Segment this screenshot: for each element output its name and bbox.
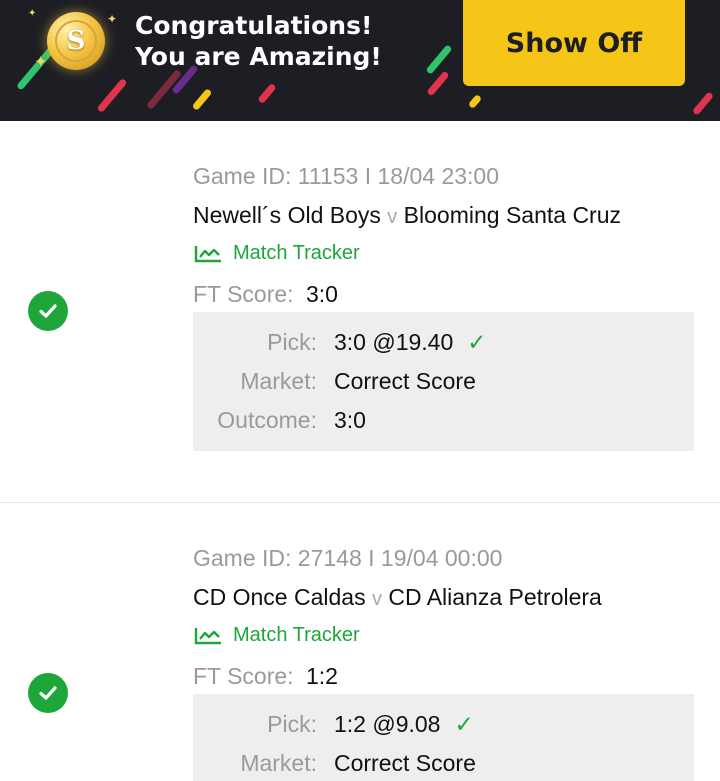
away-team: Blooming Santa Cruz [403, 202, 622, 228]
won-check-icon [28, 673, 68, 713]
versus-label: v [387, 206, 398, 228]
ft-score-value: 1:2 [305, 663, 338, 689]
sparkle-icon: ✦ [107, 12, 118, 26]
confetti-streak [191, 88, 213, 111]
market-label: Market: [240, 368, 317, 394]
coin-icon: S [47, 12, 105, 70]
match-teams: Newell´s Old Boys v Blooming Santa Cruz [193, 202, 621, 229]
versus-label: v [371, 588, 382, 610]
ft-score-label: FT Score: [193, 663, 294, 689]
pick-details: Pick: 1:2 @9.08 ✓ Market: Correct Score [193, 694, 694, 781]
checkmark-icon: ✓ [454, 711, 474, 737]
confetti-streak [691, 91, 715, 116]
game-meta: Game ID: 11153 I 18/04 23:00 [193, 163, 500, 189]
pick-value-wrap: 1:2 @9.08 ✓ [334, 711, 474, 738]
confetti-streak [467, 93, 483, 110]
bet-card: Game ID: 27148 I 19/04 00:00 CD Once Cal… [0, 502, 720, 781]
show-off-button[interactable]: Show Off [463, 0, 685, 86]
home-team: CD Once Caldas [193, 584, 366, 610]
sparkle-icon: ✦ [34, 52, 48, 71]
ft-score-value: 3:0 [305, 281, 338, 307]
match-tracker-link[interactable]: Match Tracker [193, 242, 360, 265]
chart-line-icon [194, 245, 221, 262]
chart-line-icon [194, 627, 221, 644]
away-team: CD Alianza Petrolera [388, 584, 602, 610]
match-tracker-link[interactable]: Match Tracker [193, 624, 360, 647]
outcome-label: Outcome: [217, 407, 317, 433]
pick-value: 3:0 @19.40 [334, 329, 454, 355]
market-value: Correct Score [334, 750, 476, 776]
match-tracker-label: Match Tracker [233, 242, 360, 264]
match-tracker-label: Match Tracker [233, 624, 360, 646]
confetti-streak [426, 70, 450, 97]
pick-label: Pick: [267, 711, 317, 737]
congratulations-banner: ✦ ✦ ✦ S Congratulations! You are Amazing… [0, 0, 720, 121]
outcome-value: 3:0 [334, 407, 366, 433]
home-team: Newell´s Old Boys [193, 202, 381, 228]
ft-score-row: FT Score: 3:0 [193, 281, 338, 308]
bet-card: Game ID: 11153 I 18/04 23:00 Newell´s Ol… [0, 121, 720, 502]
pick-value-wrap: 3:0 @19.40 ✓ [334, 329, 487, 356]
won-check-icon [28, 291, 68, 331]
congratulations-text: Congratulations! You are Amazing! [135, 10, 382, 72]
congratulations-line-2: You are Amazing! [135, 42, 382, 71]
confetti-streak [425, 44, 453, 75]
coin-symbol: S [55, 20, 97, 62]
checkmark-icon: ✓ [467, 329, 487, 355]
market-value: Correct Score [334, 368, 476, 394]
pick-label: Pick: [267, 329, 317, 355]
confetti-streak [257, 82, 277, 105]
match-teams: CD Once Caldas v CD Alianza Petrolera [193, 584, 602, 611]
ft-score-label: FT Score: [193, 281, 294, 307]
pick-details: Pick: 3:0 @19.40 ✓ Market: Correct Score … [193, 312, 694, 451]
sparkle-icon: ✦ [28, 8, 37, 19]
pick-value: 1:2 @9.08 [334, 711, 441, 737]
game-meta: Game ID: 27148 I 19/04 00:00 [193, 545, 503, 571]
confetti-streak [96, 77, 128, 114]
congratulations-line-1: Congratulations! [135, 11, 373, 40]
market-label: Market: [240, 750, 317, 776]
ft-score-row: FT Score: 1:2 [193, 663, 338, 690]
